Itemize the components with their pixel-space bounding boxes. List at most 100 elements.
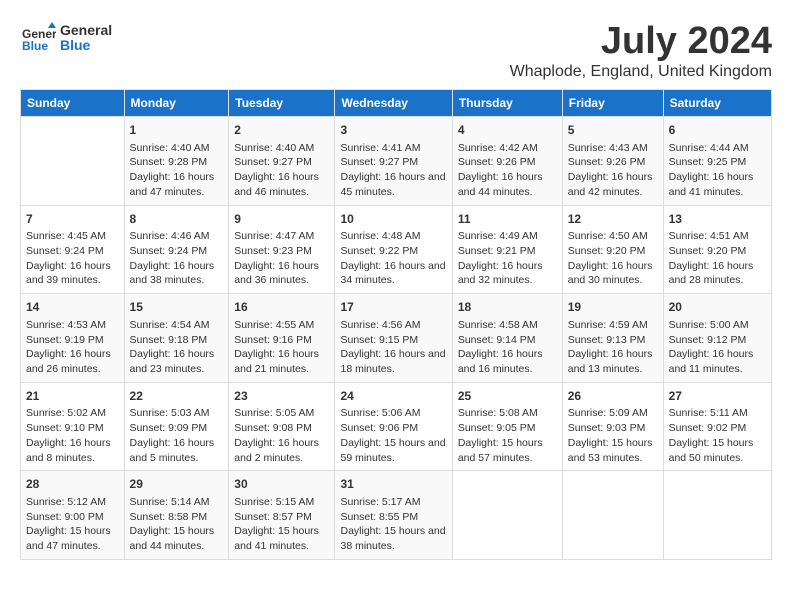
day-cell: 16 Sunrise: 4:55 AMSunset: 9:16 PMDayligh…: [229, 294, 335, 383]
page-subtitle: Whaplode, England, United Kingdom: [510, 63, 772, 81]
day-cell: [663, 471, 771, 560]
day-cell: [452, 471, 562, 560]
header-wednesday: Wednesday: [335, 90, 452, 117]
day-info: Sunrise: 4:56 AMSunset: 9:15 PMDaylight:…: [340, 318, 446, 377]
day-cell: 11Sunrise: 4:49 AMSunset: 9:21 PMDayligh…: [452, 205, 562, 294]
week-row-5: 28 Sunrise: 5:12 AMSunset: 9:00 PMDayligh…: [21, 471, 772, 560]
logo-general-text: General: [60, 23, 112, 38]
day-cell: 9Sunrise: 4:47 AMSunset: 9:23 PMDaylight…: [229, 205, 335, 294]
day-number: 27: [669, 388, 766, 405]
day-info: Sunrise: 4:55 AMSunset: 9:16 PMDaylight:…: [234, 318, 329, 377]
day-info: Sunrise: 4:45 AMSunset: 9:24 PMDaylight:…: [26, 229, 119, 288]
day-info: Sunrise: 5:14 AMSunset: 8:58 PMDaylight:…: [130, 495, 224, 554]
day-cell: 28 Sunrise: 5:12 AMSunset: 9:00 PMDayligh…: [21, 471, 125, 560]
day-number: 31: [340, 476, 446, 493]
day-cell: 7Sunrise: 4:45 AMSunset: 9:24 PMDaylight…: [21, 205, 125, 294]
day-cell: 15 Sunrise: 4:54 AMSunset: 9:18 PMDayligh…: [124, 294, 229, 383]
day-cell: 5 Sunrise: 4:43 AMSunset: 9:26 PMDaylight…: [562, 117, 663, 206]
day-number: 2: [234, 122, 329, 139]
day-info: Sunrise: 4:49 AMSunset: 9:21 PMDaylight:…: [458, 229, 557, 288]
day-number: 29: [130, 476, 224, 493]
logo-text: General Blue: [60, 23, 112, 54]
day-cell: 21Sunrise: 5:02 AMSunset: 9:10 PMDayligh…: [21, 382, 125, 471]
day-info: Sunrise: 4:44 AMSunset: 9:25 PMDaylight:…: [669, 141, 766, 200]
day-number: 4: [458, 122, 557, 139]
header-sunday: Sunday: [21, 90, 125, 117]
day-number: 18: [458, 299, 557, 316]
logo-blue-text: Blue: [60, 38, 112, 53]
day-info: Sunrise: 4:53 AMSunset: 9:19 PMDaylight:…: [26, 318, 119, 377]
day-info: Sunrise: 4:51 AMSunset: 9:20 PMDaylight:…: [669, 229, 766, 288]
day-cell: 4Sunrise: 4:42 AMSunset: 9:26 PMDaylight…: [452, 117, 562, 206]
day-cell: 10Sunrise: 4:48 AMSunset: 9:22 PMDayligh…: [335, 205, 452, 294]
day-number: 22: [130, 388, 224, 405]
day-cell: [562, 471, 663, 560]
title-block: July 2024 Whaplode, England, United King…: [510, 20, 772, 81]
day-cell: 19Sunrise: 4:59 AMSunset: 9:13 PMDayligh…: [562, 294, 663, 383]
day-cell: 22Sunrise: 5:03 AMSunset: 9:09 PMDayligh…: [124, 382, 229, 471]
day-info: Sunrise: 4:43 AMSunset: 9:26 PMDaylight:…: [568, 141, 658, 200]
day-number: 15: [130, 299, 224, 316]
day-info: Sunrise: 5:15 AMSunset: 8:57 PMDaylight:…: [234, 495, 329, 554]
week-row-3: 14Sunrise: 4:53 AMSunset: 9:19 PMDayligh…: [21, 294, 772, 383]
week-row-2: 7Sunrise: 4:45 AMSunset: 9:24 PMDaylight…: [21, 205, 772, 294]
day-cell: 2 Sunrise: 4:40 AMSunset: 9:27 PMDaylight…: [229, 117, 335, 206]
day-info: Sunrise: 4:50 AMSunset: 9:20 PMDaylight:…: [568, 229, 658, 288]
day-number: 19: [568, 299, 658, 316]
day-number: 25: [458, 388, 557, 405]
header-row: SundayMondayTuesdayWednesdayThursdayFrid…: [21, 90, 772, 117]
day-info: Sunrise: 5:17 AMSunset: 8:55 PMDaylight:…: [340, 495, 446, 554]
day-number: 12: [568, 211, 658, 228]
day-number: 10: [340, 211, 446, 228]
day-number: 5: [568, 122, 658, 139]
day-cell: 12Sunrise: 4:50 AMSunset: 9:20 PMDayligh…: [562, 205, 663, 294]
day-cell: 1Sunrise: 4:40 AMSunset: 9:28 PMDaylight…: [124, 117, 229, 206]
day-number: 6: [669, 122, 766, 139]
day-cell: 24Sunrise: 5:06 AMSunset: 9:06 PMDayligh…: [335, 382, 452, 471]
svg-text:Blue: Blue: [22, 39, 48, 53]
day-number: 28: [26, 476, 119, 493]
day-number: 3: [340, 122, 446, 139]
day-info: Sunrise: 4:47 AMSunset: 9:23 PMDaylight:…: [234, 229, 329, 288]
header-thursday: Thursday: [452, 90, 562, 117]
day-cell: 8Sunrise: 4:46 AMSunset: 9:24 PMDaylight…: [124, 205, 229, 294]
day-number: 1: [130, 122, 224, 139]
day-info: Sunrise: 4:41 AMSunset: 9:27 PMDaylight:…: [340, 141, 446, 200]
day-info: Sunrise: 5:09 AMSunset: 9:03 PMDaylight:…: [568, 406, 658, 465]
day-number: 13: [669, 211, 766, 228]
day-info: Sunrise: 5:06 AMSunset: 9:06 PMDaylight:…: [340, 406, 446, 465]
day-cell: 20Sunrise: 5:00 AMSunset: 9:12 PMDayligh…: [663, 294, 771, 383]
calendar-header: SundayMondayTuesdayWednesdayThursdayFrid…: [21, 90, 772, 117]
day-info: Sunrise: 5:00 AMSunset: 9:12 PMDaylight:…: [669, 318, 766, 377]
day-info: Sunrise: 4:40 AMSunset: 9:27 PMDaylight:…: [234, 141, 329, 200]
calendar-body: 1Sunrise: 4:40 AMSunset: 9:28 PMDaylight…: [21, 117, 772, 560]
week-row-4: 21Sunrise: 5:02 AMSunset: 9:10 PMDayligh…: [21, 382, 772, 471]
day-number: 21: [26, 388, 119, 405]
day-cell: 18Sunrise: 4:58 AMSunset: 9:14 PMDayligh…: [452, 294, 562, 383]
day-cell: 13Sunrise: 4:51 AMSunset: 9:20 PMDayligh…: [663, 205, 771, 294]
logo-icon: General Blue: [20, 20, 56, 56]
day-info: Sunrise: 4:46 AMSunset: 9:24 PMDaylight:…: [130, 229, 224, 288]
day-info: Sunrise: 5:05 AMSunset: 9:08 PMDaylight:…: [234, 406, 329, 465]
day-info: Sunrise: 4:48 AMSunset: 9:22 PMDaylight:…: [340, 229, 446, 288]
day-number: 16: [234, 299, 329, 316]
day-info: Sunrise: 5:11 AMSunset: 9:02 PMDaylight:…: [669, 406, 766, 465]
day-info: Sunrise: 5:12 AMSunset: 9:00 PMDaylight:…: [26, 495, 119, 554]
header-tuesday: Tuesday: [229, 90, 335, 117]
day-info: Sunrise: 5:03 AMSunset: 9:09 PMDaylight:…: [130, 406, 224, 465]
day-cell: 29 Sunrise: 5:14 AMSunset: 8:58 PMDayligh…: [124, 471, 229, 560]
day-cell: 30Sunrise: 5:15 AMSunset: 8:57 PMDayligh…: [229, 471, 335, 560]
day-info: Sunrise: 5:08 AMSunset: 9:05 PMDaylight:…: [458, 406, 557, 465]
header-monday: Monday: [124, 90, 229, 117]
day-number: 7: [26, 211, 119, 228]
day-info: Sunrise: 4:54 AMSunset: 9:18 PMDaylight:…: [130, 318, 224, 377]
day-info: Sunrise: 5:02 AMSunset: 9:10 PMDaylight:…: [26, 406, 119, 465]
day-cell: 14Sunrise: 4:53 AMSunset: 9:19 PMDayligh…: [21, 294, 125, 383]
day-cell: 6 Sunrise: 4:44 AMSunset: 9:25 PMDaylight…: [663, 117, 771, 206]
day-cell: 31 Sunrise: 5:17 AMSunset: 8:55 PMDayligh…: [335, 471, 452, 560]
week-row-1: 1Sunrise: 4:40 AMSunset: 9:28 PMDaylight…: [21, 117, 772, 206]
day-number: 17: [340, 299, 446, 316]
day-cell: 26Sunrise: 5:09 AMSunset: 9:03 PMDayligh…: [562, 382, 663, 471]
day-cell: 27Sunrise: 5:11 AMSunset: 9:02 PMDayligh…: [663, 382, 771, 471]
day-cell: 25Sunrise: 5:08 AMSunset: 9:05 PMDayligh…: [452, 382, 562, 471]
